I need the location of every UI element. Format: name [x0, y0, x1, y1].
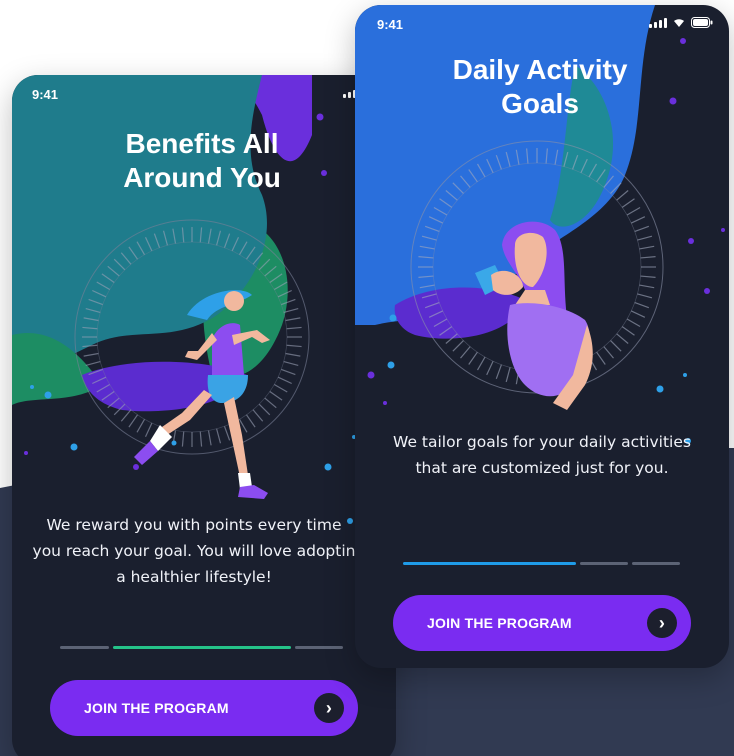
phone-screen-benefits: 9:41 Benefits All Around You We reward y…: [12, 75, 396, 756]
dial-tick: [603, 346, 614, 359]
description-line-1: We reward you with points every time: [46, 516, 342, 534]
description-line-2: you reach your goal. You will love adopt…: [32, 542, 356, 560]
dial-tick: [476, 356, 486, 371]
progress-step-1: [60, 646, 109, 649]
dial-tick: [283, 361, 299, 367]
dial-tick: [616, 333, 629, 344]
progress-step-2-active: [113, 646, 291, 649]
dial-tick: [626, 318, 641, 328]
progress-step-1-active: [403, 562, 576, 565]
title-line-2: Around You: [123, 162, 281, 193]
join-program-button[interactable]: JOIN THE PROGRAM ›: [393, 595, 691, 651]
dial-tick: [252, 409, 264, 422]
dial-tick: [286, 344, 302, 348]
dial-tick: [626, 206, 641, 216]
title-line-1: Daily Activity: [452, 54, 628, 85]
description-line-1: We tailor goals for your daily activitie…: [393, 433, 691, 451]
progress-step-2: [580, 562, 628, 565]
dial-tick: [639, 284, 655, 289]
dial-tick: [486, 361, 494, 376]
dial-tick: [269, 390, 283, 401]
description: We reward you with points every time you…: [12, 512, 386, 590]
dial-tick: [120, 409, 132, 422]
dial-tick: [610, 340, 622, 352]
dial-tick: [634, 302, 650, 309]
dial-tick: [639, 245, 655, 250]
dial-tick: [631, 216, 646, 224]
progress-step-3: [295, 646, 343, 649]
dial-tick: [631, 310, 646, 318]
dial-tick: [640, 275, 656, 278]
dial-tick: [85, 361, 101, 367]
chevron-right-icon: ›: [647, 608, 677, 638]
dial-tick: [128, 414, 139, 428]
dial-tick: [144, 422, 153, 437]
dial-tick: [460, 346, 471, 359]
dial-tick: [505, 367, 511, 383]
dial-tick: [136, 418, 146, 433]
dial-tick: [637, 235, 653, 241]
wifi-icon: [674, 19, 684, 27]
dial-tick: [495, 364, 502, 380]
description-line-3: a healthier lifestyle!: [116, 568, 272, 586]
dial-tick: [273, 383, 288, 393]
page-title: Benefits All Around You: [52, 127, 352, 195]
phone-screen-daily-goals: 9:41 Daily Activity Goals We tailor goal…: [355, 5, 729, 668]
progress-indicator: [60, 646, 343, 649]
dial-tick: [621, 326, 635, 336]
status-bar-icons: [649, 17, 713, 28]
progress-indicator: [403, 562, 680, 565]
dial-tick: [596, 351, 606, 365]
dial-tick: [277, 376, 292, 385]
progress-step-3: [632, 562, 680, 565]
dial-tick: [285, 352, 301, 357]
dial-tick: [616, 190, 629, 201]
dial-tick: [181, 431, 185, 447]
page-title: Daily Activity Goals: [380, 53, 700, 121]
title-line-1: Benefits All: [125, 128, 279, 159]
dial-tick: [83, 352, 99, 357]
dial-tick: [245, 414, 256, 428]
title-line-2: Goals: [501, 88, 579, 119]
join-program-button[interactable]: JOIN THE PROGRAM ›: [50, 680, 358, 736]
status-time: 9:41: [32, 87, 59, 102]
dial-tick: [621, 198, 635, 208]
dial-tick: [216, 428, 222, 444]
dial-tick: [286, 326, 302, 330]
dial-tick: [281, 368, 296, 376]
dial-tick: [468, 351, 478, 365]
description-line-2: that are customized just for you.: [415, 459, 669, 477]
join-program-label: JOIN THE PROGRAM: [427, 615, 572, 631]
join-program-label: JOIN THE PROGRAM: [84, 700, 229, 716]
dial-tick: [640, 256, 656, 259]
status-time: 9:41: [377, 17, 404, 32]
dial-tick: [258, 403, 271, 416]
dial-tick: [264, 397, 277, 409]
battery-icon: [691, 17, 713, 28]
dial-tick: [637, 293, 653, 299]
dial-tick: [452, 340, 464, 352]
dial-tick: [634, 225, 650, 232]
description: We tailor goals for your daily activitie…: [355, 429, 729, 481]
dial-tick: [285, 317, 301, 322]
chevron-right-icon: ›: [314, 693, 344, 723]
dial-tick: [199, 431, 203, 447]
dial-tick: [223, 426, 231, 441]
signal-icon: [649, 18, 667, 28]
dial-tick: [207, 430, 212, 446]
